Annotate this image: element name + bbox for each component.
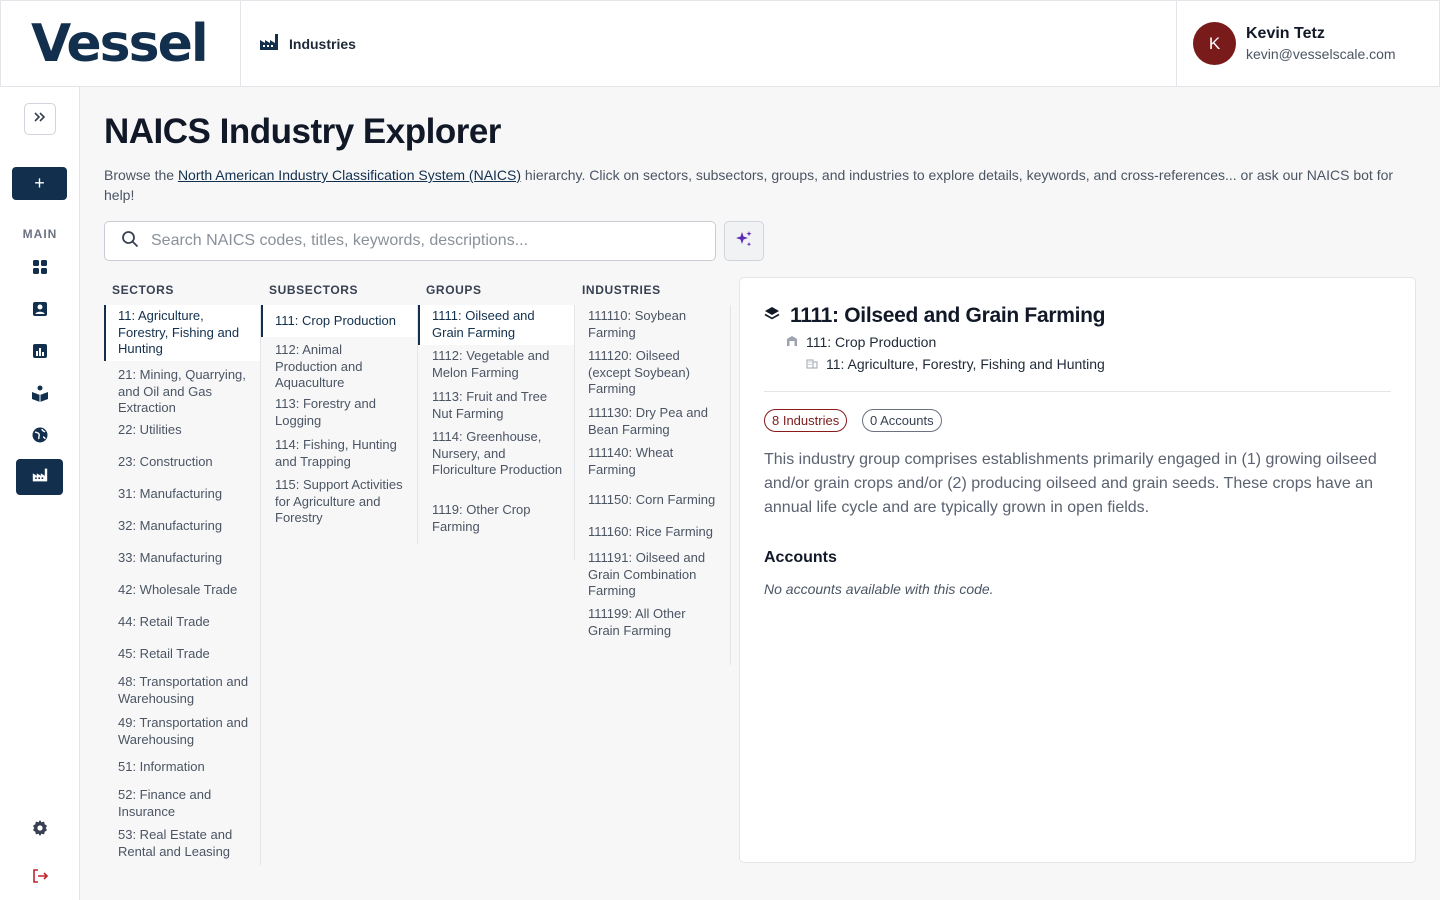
user-email: kevin@vesselscale.com: [1246, 46, 1396, 62]
search-input[interactable]: [151, 232, 691, 250]
industry-item[interactable]: 111160: Rice Farming: [574, 518, 730, 546]
group-item[interactable]: 1111: Oilseed and Grain Farming: [418, 305, 574, 345]
user-name: Kevin Tetz: [1246, 25, 1325, 42]
sector-item[interactable]: 44: Retail Trade: [104, 610, 260, 642]
learn-icon[interactable]: [24, 377, 56, 409]
accounts-count-badge[interactable]: 0 Accounts: [862, 409, 942, 432]
naics-link[interactable]: North American Industry Classification S…: [178, 167, 521, 183]
detail-description: This industry group comprises establishm…: [764, 451, 1377, 516]
page-title: NAICS Industry Explorer: [104, 112, 501, 151]
sector-item[interactable]: 53: Real Estate and Rental and Leasing: [104, 823, 260, 865]
sector-item[interactable]: 52: Finance and Insurance: [104, 783, 260, 823]
sectors-column: SECTORS 11: Agriculture, Forestry, Fishi…: [104, 283, 261, 865]
sector-item[interactable]: 21: Mining, Quarrying, and Oil and Gas E…: [104, 361, 260, 418]
factory-icon: [259, 32, 279, 55]
accounts-empty-message: No accounts available with this code.: [764, 581, 994, 597]
detail-panel: 1111: Oilseed and Grain Farming 111: Cro…: [739, 277, 1416, 863]
group-item[interactable]: 1112: Vegetable and Melon Farming: [418, 345, 574, 386]
subsector-item[interactable]: 114: Fishing, Hunting and Trapping: [261, 434, 417, 474]
search-icon: [121, 230, 139, 253]
column-header: SUBSECTORS: [269, 283, 359, 297]
sector-item[interactable]: 49: Transportation and Warehousing: [104, 711, 260, 755]
layers-icon: [764, 304, 780, 328]
add-button[interactable]: +: [12, 167, 67, 200]
industry-item[interactable]: 111199: All Other Grain Farming: [574, 602, 730, 642]
group-item[interactable]: 1119: Other Crop Farming: [418, 499, 574, 539]
sector-item[interactable]: 11: Agriculture, Forestry, Fishing and H…: [104, 305, 260, 361]
sector-item[interactable]: 48: Transportation and Warehousing: [104, 670, 260, 711]
logout-icon[interactable]: [24, 860, 56, 892]
sector-item[interactable]: 45: Retail Trade: [104, 642, 260, 670]
sector-item[interactable]: 42: Wholesale Trade: [104, 578, 260, 610]
page-description: Browse the North American Industry Class…: [104, 167, 1394, 203]
industries-nav-button[interactable]: [16, 459, 63, 495]
industry-item[interactable]: 111110: Soybean Farming: [574, 305, 730, 345]
globe-icon[interactable]: [24, 419, 56, 451]
breadcrumb: Industries: [241, 32, 356, 55]
subsector-item[interactable]: 111: Crop Production: [261, 305, 417, 337]
sector-item[interactable]: 31: Manufacturing: [104, 482, 260, 514]
search-box[interactable]: [104, 221, 716, 261]
sector-item[interactable]: 32: Manufacturing: [104, 514, 260, 546]
industries-icon: [32, 467, 48, 488]
parent-link[interactable]: 111: Crop Production: [786, 334, 936, 350]
subsector-item[interactable]: 115: Support Activities for Agriculture …: [261, 474, 417, 534]
group-item[interactable]: 1113: Fruit and Tree Nut Farming: [418, 386, 574, 426]
sector-item[interactable]: 22: Utilities: [104, 418, 260, 450]
dashboard-icon[interactable]: [24, 251, 56, 283]
grandparent-link[interactable]: 11: Agriculture, Forestry, Fishing and H…: [806, 356, 1105, 372]
sidebar: + MAIN: [0, 87, 80, 900]
reports-icon[interactable]: [24, 335, 56, 367]
breadcrumb-label[interactable]: Industries: [289, 36, 356, 52]
ai-assist-button[interactable]: [724, 221, 764, 261]
column-header: INDUSTRIES: [582, 283, 661, 297]
accounts-heading: Accounts: [764, 549, 837, 566]
industries-column: INDUSTRIES 111110: Soybean Farming 11112…: [574, 283, 731, 665]
subsector-item[interactable]: 113: Forestry and Logging: [261, 393, 417, 434]
industries-count-badge[interactable]: 8 Industries: [764, 409, 848, 432]
sector-item[interactable]: 33: Manufacturing: [104, 546, 260, 578]
detail-title: 1111: Oilseed and Grain Farming: [764, 304, 1105, 328]
building-icon: [806, 356, 818, 372]
avatar[interactable]: K: [1193, 22, 1236, 65]
contacts-icon[interactable]: [24, 293, 56, 325]
industry-item[interactable]: 111191: Oilseed and Grain Combination Fa…: [574, 546, 730, 602]
sector-item[interactable]: 51: Information: [104, 755, 260, 783]
subsector-item[interactable]: 112: Animal Production and Aquaculture: [261, 337, 417, 393]
subsectors-column: SUBSECTORS 111: Crop Production 112: Ani…: [261, 283, 418, 544]
column-header: GROUPS: [426, 283, 482, 297]
industry-item[interactable]: 111150: Corn Farming: [574, 486, 730, 518]
industry-item[interactable]: 111130: Dry Pea and Bean Farming: [574, 402, 730, 442]
groups-column: GROUPS 1111: Oilseed and Grain Farming 1…: [418, 283, 575, 560]
sparkles-icon: [734, 229, 754, 254]
industry-item[interactable]: 111120: Oilseed (except Soybean) Farming: [574, 345, 730, 402]
vessel-logo[interactable]: Vessel: [1, 1, 241, 86]
warehouse-icon: [786, 334, 798, 350]
collapse-sidebar-button[interactable]: [24, 103, 56, 135]
column-header: SECTORS: [112, 283, 174, 297]
settings-icon[interactable]: [24, 812, 56, 844]
divider: [764, 391, 1391, 392]
industry-item[interactable]: 111140: Wheat Farming: [574, 442, 730, 486]
group-item[interactable]: 1114: Greenhouse, Nursery, and Floricult…: [418, 426, 574, 499]
sidebar-section-label: MAIN: [22, 227, 58, 241]
user-menu[interactable]: K Kevin Tetz kevin@vesselscale.com: [1176, 1, 1439, 86]
sector-item[interactable]: 23: Construction: [104, 450, 260, 482]
double-chevron-right-icon: [33, 110, 47, 129]
top-header: Vessel Industries K Kevin Tetz kevin@ves…: [0, 0, 1440, 87]
